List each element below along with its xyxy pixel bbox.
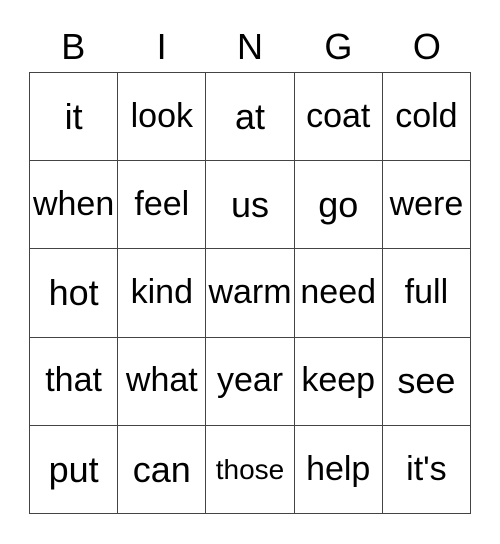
bingo-cell[interactable]: feel — [118, 161, 207, 250]
bingo-cell-label: help — [306, 449, 371, 488]
bingo-cell[interactable]: at — [206, 73, 295, 162]
bingo-cell-label: full — [404, 273, 449, 312]
bingo-grid: it look at coat cold when feel us go wer… — [29, 72, 472, 515]
bingo-cell-label: cold — [395, 96, 458, 135]
bingo-cell-label: at — [234, 95, 266, 137]
bingo-header-letter-n: N — [237, 25, 264, 67]
bingo-cell[interactable]: year — [206, 337, 295, 426]
bingo-cell-label: year — [216, 361, 284, 400]
bingo-cell-label: coat — [306, 96, 371, 135]
bingo-cell[interactable]: it — [30, 73, 119, 162]
bingo-cell[interactable]: keep — [294, 337, 383, 426]
bingo-header-letter-b: B — [61, 25, 86, 67]
bingo-cell-label: those — [215, 453, 285, 485]
bingo-cell[interactable]: kind — [118, 249, 207, 338]
bingo-cell-label: need — [300, 273, 377, 312]
bingo-cell-label: can — [132, 448, 191, 490]
bingo-cell-label: that — [45, 361, 102, 400]
bingo-cell-label: look — [130, 96, 193, 135]
bingo-cell-label: it — [64, 95, 83, 137]
bingo-header-letter-o: O — [412, 25, 441, 67]
bingo-cell[interactable]: when — [30, 161, 119, 250]
bingo-cell-label: kind — [130, 273, 193, 312]
bingo-cell[interactable]: it's — [382, 425, 472, 515]
bingo-row: hot kind warm need full — [30, 249, 472, 338]
bingo-header-letter-g: G — [324, 25, 353, 67]
bingo-row: put can those help it's — [30, 425, 472, 515]
bingo-cell[interactable]: need — [294, 249, 383, 338]
bingo-cell[interactable]: go — [294, 161, 383, 250]
bingo-cell-label: it's — [406, 449, 447, 488]
bingo-cell-label: put — [48, 448, 99, 490]
bingo-cell[interactable]: look — [118, 73, 207, 162]
bingo-cell[interactable]: warm — [206, 249, 295, 338]
bingo-cell-label: hot — [48, 272, 99, 314]
bingo-cell[interactable]: help — [294, 425, 383, 515]
bingo-cell-label: see — [397, 360, 456, 402]
bingo-cell[interactable]: see — [382, 337, 472, 426]
bingo-cell-label: go — [318, 183, 359, 225]
bingo-cell-label: us — [230, 183, 270, 225]
bingo-cell[interactable]: coat — [294, 73, 383, 162]
bingo-row: that what year keep see — [30, 337, 472, 426]
bingo-header-row: B I N G O — [29, 21, 471, 72]
bingo-cell-label: when — [32, 184, 115, 223]
bingo-cell[interactable]: hot — [30, 249, 119, 338]
bingo-cell[interactable]: that — [30, 337, 119, 426]
bingo-cell[interactable]: us — [206, 161, 295, 250]
bingo-cell-label: keep — [301, 361, 376, 400]
bingo-cell[interactable]: full — [382, 249, 472, 338]
bingo-cell[interactable]: put — [30, 425, 119, 515]
bingo-cell-label: feel — [134, 184, 190, 223]
bingo-cell-label: were — [389, 184, 464, 223]
bingo-row: it look at coat cold — [30, 73, 472, 162]
bingo-cell[interactable]: those — [206, 425, 295, 515]
bingo-cell[interactable]: can — [118, 425, 207, 515]
bingo-cell[interactable]: were — [382, 161, 472, 250]
bingo-header-letter-i: I — [156, 25, 167, 67]
bingo-card: B I N G O it look at coat cold when feel… — [29, 21, 472, 515]
bingo-cell[interactable]: what — [118, 337, 207, 426]
bingo-cell-label: what — [125, 361, 198, 400]
bingo-cell-label: warm — [208, 273, 292, 312]
bingo-row: when feel us go were — [30, 161, 472, 250]
bingo-cell[interactable]: cold — [382, 73, 472, 162]
